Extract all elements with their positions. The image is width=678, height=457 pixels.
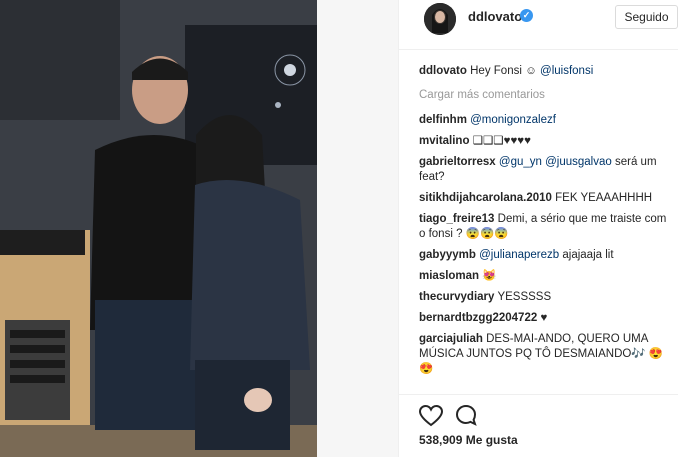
comment-item: delfinhm @monigonzalezf [419, 113, 674, 128]
comment-username[interactable]: miasloman [419, 270, 479, 282]
avatar[interactable] [424, 3, 456, 35]
verified-badge-icon: ✓ [520, 9, 533, 22]
comment-item: mvitalino ❑❑❑♥♥♥♥ [419, 134, 674, 149]
post-photo[interactable] [0, 0, 398, 457]
comment-item: gabrieltorresx @gu_yn @juusgalvao será u… [419, 155, 674, 185]
like-count[interactable]: 538,909 Me gusta [419, 433, 518, 447]
comment-item: thecurvydiary YESSSSS [419, 290, 674, 305]
comment-text: 😻 [482, 270, 497, 282]
comment-username[interactable]: gabrieltorresx [419, 156, 496, 168]
caption-username[interactable]: ddlovato [419, 65, 467, 77]
username-link[interactable]: ddlovato [468, 9, 522, 24]
photo-margin [317, 0, 398, 457]
comment-text: FEK YEAAAHHHH [555, 192, 653, 204]
post-image [0, 0, 317, 457]
post-actions: 538,909 Me gusta [399, 394, 678, 457]
comment-item: sitikhdijahcarolana.2010 FEK YEAAAHHHH [419, 191, 674, 206]
comment-username[interactable]: gabyyymb [419, 249, 476, 261]
comment-item: bernardtbzgg2204722 ♥ [419, 311, 674, 326]
comments-list: ddlovato Hey Fonsi ☺ @luisfonsi Cargar m… [419, 64, 674, 394]
comment-username[interactable]: mvitalino [419, 135, 469, 147]
post-header: ddlovato ✓ Seguido [399, 0, 678, 50]
comment-text: YESSSSS [497, 291, 552, 303]
comment-username[interactable]: delfinhm [419, 114, 467, 126]
comment-icon[interactable] [455, 404, 477, 426]
comment-item: gabyyymb @julianaperezb ajajaaja lit [419, 248, 674, 263]
comment-username[interactable]: garciajuliah [419, 333, 483, 345]
comment-username[interactable]: sitikhdijahcarolana.2010 [419, 192, 552, 204]
comment-item: miasloman 😻 [419, 269, 674, 284]
comment-mention[interactable]: @monigonzalezf [470, 114, 556, 126]
comment-username[interactable]: bernardtbzgg2204722 [419, 312, 537, 324]
following-button[interactable]: Seguido [615, 5, 678, 29]
comment-text: ♥ [540, 312, 548, 324]
comment-mention[interactable]: @julianaperezb [479, 249, 559, 261]
comment-item: garciajuliah DES-MAI-ANDO, QUERO UMA MÚS… [419, 332, 674, 377]
caption-mention[interactable]: @luisfonsi [540, 65, 593, 77]
comment-mention[interactable]: @gu_yn @juusgalvao [499, 156, 612, 168]
comment-text: ❑❑❑♥♥♥♥ [472, 135, 531, 147]
comment-text: ajajaaja lit [559, 249, 614, 261]
heart-icon[interactable] [419, 405, 443, 427]
comment-username[interactable]: thecurvydiary [419, 291, 494, 303]
comment-username[interactable]: tiago_freire13 [419, 213, 494, 225]
caption: ddlovato Hey Fonsi ☺ @luisfonsi [419, 64, 674, 79]
caption-text: Hey Fonsi ☺ [470, 65, 541, 77]
post-sidebar: ddlovato ✓ Seguido ddlovato Hey Fonsi ☺ … [398, 0, 678, 457]
comment-item: tiago_freire13 Demi, a sério que me trai… [419, 212, 674, 242]
load-more-comments-link[interactable]: Cargar más comentarios [419, 88, 674, 103]
